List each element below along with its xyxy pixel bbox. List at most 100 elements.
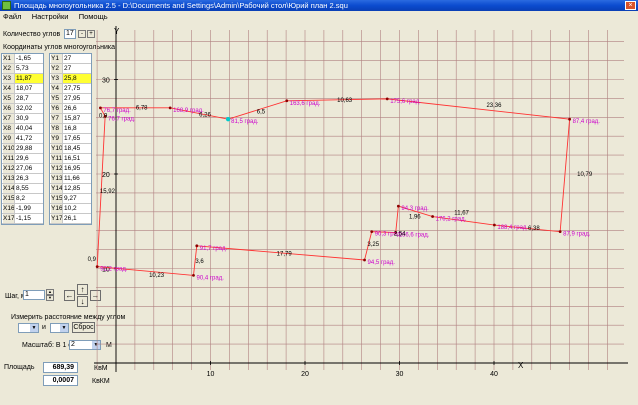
x-row: X12 27,06	[2, 164, 43, 174]
x-value-field[interactable]: 18,07	[14, 84, 43, 93]
menu-bar: Файл Настройки Помощь	[0, 11, 638, 23]
x-row: X1 -1,65	[2, 54, 43, 64]
y-value-field[interactable]: 9,27	[62, 194, 91, 203]
x-value-field[interactable]: 40,04	[14, 124, 43, 133]
x-value-field[interactable]: 29,6	[14, 154, 43, 163]
measure-from-select[interactable]: ▼	[18, 323, 39, 333]
title-bar: Площадь многоугольника 2.5 - D:\Document…	[0, 0, 638, 11]
x-value-field[interactable]: 30,9	[14, 114, 43, 123]
y-label: Y8	[51, 124, 62, 133]
y-value-field[interactable]: 26,6	[62, 104, 91, 113]
y-label: Y16	[51, 204, 63, 213]
x-value-field[interactable]: 29,88	[14, 144, 43, 153]
x-value-field[interactable]: 8,55	[14, 184, 43, 193]
y-value-field[interactable]: 25,8	[62, 74, 91, 83]
side-length-label: 6,38	[528, 226, 540, 232]
measure-label: Измерить расстояние между углом	[11, 314, 126, 321]
window-title: Площадь многоугольника 2.5 - D:\Document…	[14, 1, 348, 10]
step-down-button[interactable]: ▼	[46, 295, 54, 301]
corners-label: Количество углов	[3, 31, 61, 38]
move-up-button[interactable]: ↑	[77, 284, 88, 295]
polygon-vertex	[195, 244, 199, 248]
x-row: X13 26,3	[2, 174, 43, 184]
x-value-field[interactable]: 28,7	[14, 94, 43, 103]
x-row: X16 -1,99	[2, 204, 43, 214]
measure-to-select[interactable]: ▼	[50, 323, 69, 333]
y-label: Y1	[51, 54, 62, 63]
x-label: X8	[3, 124, 14, 133]
polygon-vertex	[192, 273, 195, 277]
y-value-field[interactable]: 26,1	[62, 214, 91, 223]
side-length-label: 23,36	[486, 103, 502, 109]
y-value-field[interactable]: 10,2	[62, 204, 91, 213]
scale-unit: М	[106, 342, 112, 349]
angle-label: 90,3 град.	[375, 232, 403, 238]
x-value-field[interactable]: -1,99	[14, 204, 43, 213]
move-left-button[interactable]: ←	[64, 290, 75, 301]
y-value-field[interactable]: 27	[62, 64, 91, 73]
close-button[interactable]: ×	[625, 1, 636, 10]
measure-and-label: и	[42, 324, 46, 331]
angle-label: 163,6 град.	[290, 101, 321, 107]
side-length-label: 1,96	[409, 214, 421, 220]
polygon-vertex	[396, 204, 400, 208]
x-label: X10	[3, 144, 15, 153]
x-value-field[interactable]: 8,2	[14, 194, 43, 203]
y-label: Y10	[51, 144, 63, 153]
x-label: X13	[3, 174, 15, 183]
y-row: Y9 17,65	[50, 134, 91, 144]
move-right-button[interactable]: →	[90, 290, 101, 301]
y-value-field[interactable]: 16,51	[62, 154, 91, 163]
y-label: Y6	[51, 104, 62, 113]
menu-file[interactable]: Файл	[0, 11, 25, 23]
x-label: X2	[3, 64, 14, 73]
x-value-field[interactable]: 11,87	[14, 74, 43, 83]
angle-label: 87,9 град.	[563, 232, 591, 238]
y-value-field[interactable]: 16,8	[62, 124, 91, 133]
y-value-field[interactable]: 27	[62, 54, 91, 63]
area-label: Площадь	[4, 364, 35, 371]
y-value-field[interactable]: 15,87	[62, 114, 91, 123]
y-value-field[interactable]: 11,66	[62, 174, 91, 183]
y-value-field[interactable]: 12,85	[62, 184, 91, 193]
y-value-field[interactable]: 18,45	[62, 144, 91, 153]
corners-decrease-button[interactable]: -	[78, 30, 86, 38]
x-axis-label: X	[518, 361, 524, 370]
y-value-field[interactable]: 17,65	[62, 134, 91, 143]
scale-select[interactable]: 2 ▼	[69, 340, 101, 350]
y-row: Y10 18,45	[50, 144, 91, 154]
side-length-label: 17,79	[277, 251, 293, 257]
reset-button[interactable]: Сброс	[72, 322, 95, 333]
move-down-button[interactable]: ↓	[77, 296, 88, 307]
x-value-field[interactable]: 41,72	[14, 134, 43, 143]
x-tick-label: 10	[207, 371, 215, 378]
x-value-field[interactable]: -1,15	[14, 214, 43, 223]
x-row: X6 32,02	[2, 104, 43, 114]
polygon-vertex	[285, 99, 289, 103]
polygon-vertex	[568, 117, 571, 121]
x-value-field[interactable]: -1,65	[14, 54, 43, 63]
y-label: Y7	[51, 114, 62, 123]
y-value-field[interactable]: 27,95	[62, 94, 91, 103]
menu-settings[interactable]: Настройки	[28, 11, 73, 23]
x-value-field[interactable]: 5,73	[14, 64, 43, 73]
area-km2-field: 0,0007	[43, 375, 78, 386]
x-label: X12	[3, 164, 15, 173]
menu-help[interactable]: Помощь	[75, 11, 112, 23]
step-field[interactable]: 1	[23, 290, 45, 300]
y-label: Y12	[51, 164, 63, 173]
x-label: X15	[3, 194, 15, 203]
corners-increase-button[interactable]: +	[87, 30, 95, 38]
x-row: X9 41,72	[2, 134, 43, 144]
side-length-label: 10,23	[149, 273, 165, 279]
y-label: Y3	[51, 74, 62, 83]
y-value-field[interactable]: 16,95	[62, 164, 91, 173]
x-value-field[interactable]: 26,3	[14, 174, 43, 183]
corners-count-field[interactable]: 17	[64, 29, 76, 39]
angle-label: 90,4 град.	[196, 275, 224, 281]
x-value-field[interactable]: 32,02	[14, 104, 43, 113]
angle-label: 188,4 град.	[497, 225, 528, 231]
chevron-down-icon: ▼	[30, 324, 38, 332]
y-value-field[interactable]: 27,75	[62, 84, 91, 93]
x-value-field[interactable]: 27,06	[14, 164, 43, 173]
